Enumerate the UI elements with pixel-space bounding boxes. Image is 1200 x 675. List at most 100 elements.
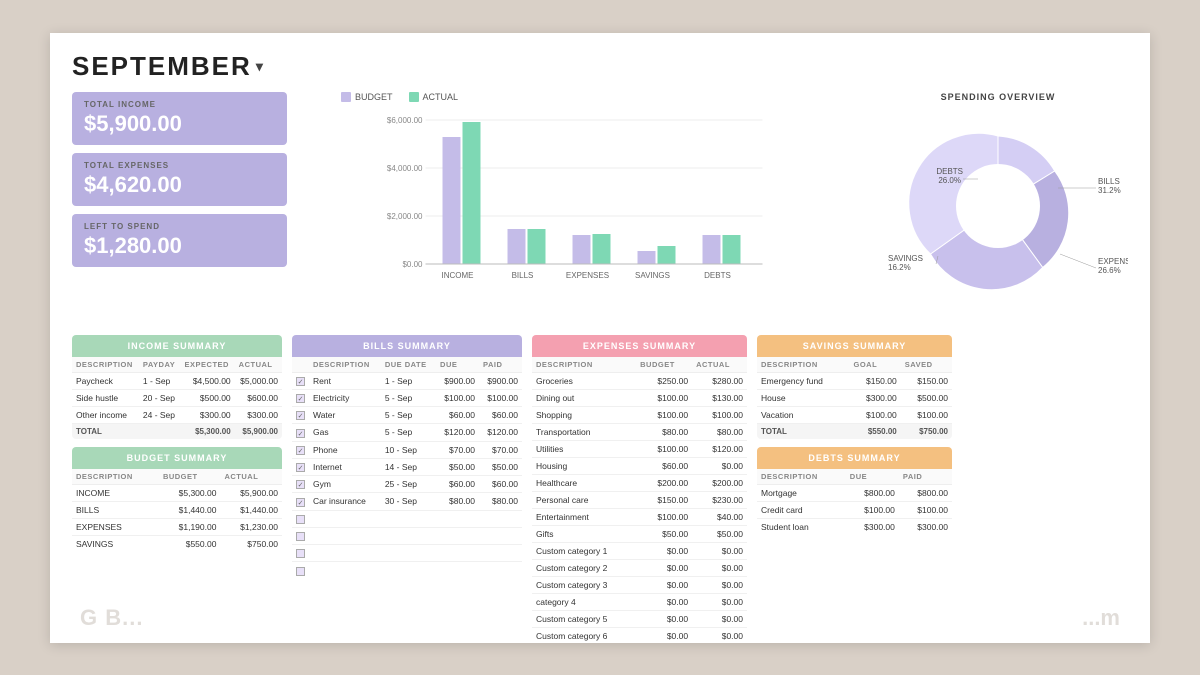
bills-paid: $60.00 [479,407,522,424]
bills-row: Internet14 - Sep$50.00$50.00 [292,458,522,475]
savings-row: Vacation$100.00$100.00 [757,406,952,423]
donut-svg: DEBTS 26.0% BILLS 31.2% EXPENSES 26.6% S… [868,106,1128,306]
expenses-summary-header: EXPENSES SUMMARY [532,335,747,357]
bills-check [292,493,309,510]
expenses-budget: $250.00 [636,372,692,389]
budget-summary-header: BUDGET SUMMARY [72,447,282,469]
checkbox-checked[interactable] [296,394,305,403]
income-col-expected: EXPECTED [181,357,235,373]
bar-chart-svg: $6,000.00 $4,000.00 $2,000.00 $0.00 INCO… [301,108,854,293]
top-section: TOTAL INCOME $5,900.00 TOTAL EXPENSES $4… [72,92,1128,327]
expenses-row: Custom category 5$0.00$0.00 [532,610,747,627]
expenses-budget: $200.00 [636,474,692,491]
income-card-value: $5,900.00 [84,111,275,137]
expenses-row: category 4$0.00$0.00 [532,593,747,610]
checkbox-unchecked[interactable] [296,532,305,541]
bills-due-date: 5 - Sep [381,407,436,424]
bills-due-date: 1 - Sep [381,372,436,389]
bottom-section: INCOME SUMMARY DESCRIPTION PAYDAY EXPECT… [72,335,1128,665]
checkbox-checked[interactable] [296,463,305,472]
bills-due-date [381,562,436,579]
expenses-actual: $230.00 [692,491,747,508]
bills-due: $120.00 [436,424,479,441]
income-payday: 24 - Sep [139,406,181,423]
bills-due-date [381,510,436,527]
debts-desc: Credit card [757,501,846,518]
expenses-budget: $100.00 [636,406,692,423]
debts-col-due: DUE [846,469,899,485]
bills-due: $60.00 [436,407,479,424]
income-col-desc: DESCRIPTION [72,357,139,373]
expenses-budget: $0.00 [636,610,692,627]
bills-summary-panel: BILLS SUMMARY DESCRIPTION DUE DATE DUE P… [292,335,522,665]
expenses-actual: $0.00 [692,457,747,474]
dropdown-arrow[interactable]: ▾ [256,58,265,75]
budget-actual: $1,440.00 [220,501,282,518]
income-total-expected: $5,300.00 [181,423,235,439]
expenses-desc: Utilities [532,440,636,457]
income-expected: $500.00 [181,389,235,406]
income-row: Side hustle20 - Sep$500.00$600.00 [72,389,282,406]
svg-text:SAVINGS: SAVINGS [888,254,923,263]
budget-summary-table: DESCRIPTION BUDGET ACTUAL INCOME$5,300.0… [72,469,282,552]
expenses-actual: $120.00 [692,440,747,457]
checkbox-checked[interactable] [296,498,305,507]
expenses-card-value: $4,620.00 [84,172,275,198]
savings-row: House$300.00$500.00 [757,389,952,406]
bills-col-due-date: DUE DATE [381,357,436,373]
expenses-row: Personal care$150.00$230.00 [532,491,747,508]
checkbox-checked[interactable] [296,377,305,386]
checkbox-unchecked[interactable] [296,549,305,558]
budget-actual: $1,230.00 [220,518,282,535]
savings-desc: Emergency fund [757,372,849,389]
expenses-actual: $280.00 [692,372,747,389]
bills-desc [309,527,381,544]
bills-paid: $60.00 [479,476,522,493]
bills-paid: $900.00 [479,372,522,389]
budget-row: INCOME$5,300.00$5,900.00 [72,484,282,501]
checkbox-unchecked[interactable] [296,515,305,524]
bills-row: Gas5 - Sep$120.00$120.00 [292,424,522,441]
left-to-spend-card: LEFT TO SPEND $1,280.00 [72,214,287,267]
debts-summary-panel: DEBTS SUMMARY DESCRIPTION DUE PAID Mortg… [757,447,952,535]
expenses-row: Groceries$250.00$280.00 [532,372,747,389]
budget-budget: $1,190.00 [159,518,221,535]
expenses-actual: $0.00 [692,627,747,644]
expenses-budget: $100.00 [636,508,692,525]
bills-check [292,510,309,527]
debts-desc: Student loan [757,518,846,535]
checkbox-checked[interactable] [296,480,305,489]
expenses-desc: Custom category 3 [532,576,636,593]
svg-text:$0.00: $0.00 [402,260,423,269]
debts-paid: $800.00 [899,484,952,501]
left-card-value: $1,280.00 [84,233,275,259]
income-summary-header: INCOME SUMMARY [72,335,282,357]
expenses-budget: $0.00 [636,593,692,610]
budget-desc: BILLS [72,501,159,518]
month-title: SEPTEMBER▾ [72,51,265,82]
bills-row [292,527,522,544]
expenses-row: Gifts$50.00$50.00 [532,525,747,542]
bills-row [292,545,522,562]
expenses-card: TOTAL EXPENSES $4,620.00 [72,153,287,206]
checkbox-checked[interactable] [296,429,305,438]
expenses-row: Entertainment$100.00$40.00 [532,508,747,525]
income-payday: 20 - Sep [139,389,181,406]
budget-row: SAVINGS$550.00$750.00 [72,535,282,552]
left-cards: TOTAL INCOME $5,900.00 TOTAL EXPENSES $4… [72,92,287,327]
checkbox-unchecked[interactable] [296,567,305,576]
expenses-desc: Groceries [532,372,636,389]
bills-due: $100.00 [436,389,479,406]
income-total-actual: $5,900.00 [235,423,282,439]
debts-paid: $100.00 [899,501,952,518]
checkbox-checked[interactable] [296,411,305,420]
right-panels: SAVINGS SUMMARY DESCRIPTION GOAL SAVED E… [757,335,952,665]
expenses-desc: Transportation [532,423,636,440]
expenses-desc: Gifts [532,525,636,542]
expenses-budget: $80.00 [636,423,692,440]
savings-total-goal: $550.00 [849,423,900,439]
checkbox-checked[interactable] [296,446,305,455]
income-desc: Other income [72,406,139,423]
expenses-row: Transportation$80.00$80.00 [532,423,747,440]
expenses-budget: $0.00 [636,559,692,576]
